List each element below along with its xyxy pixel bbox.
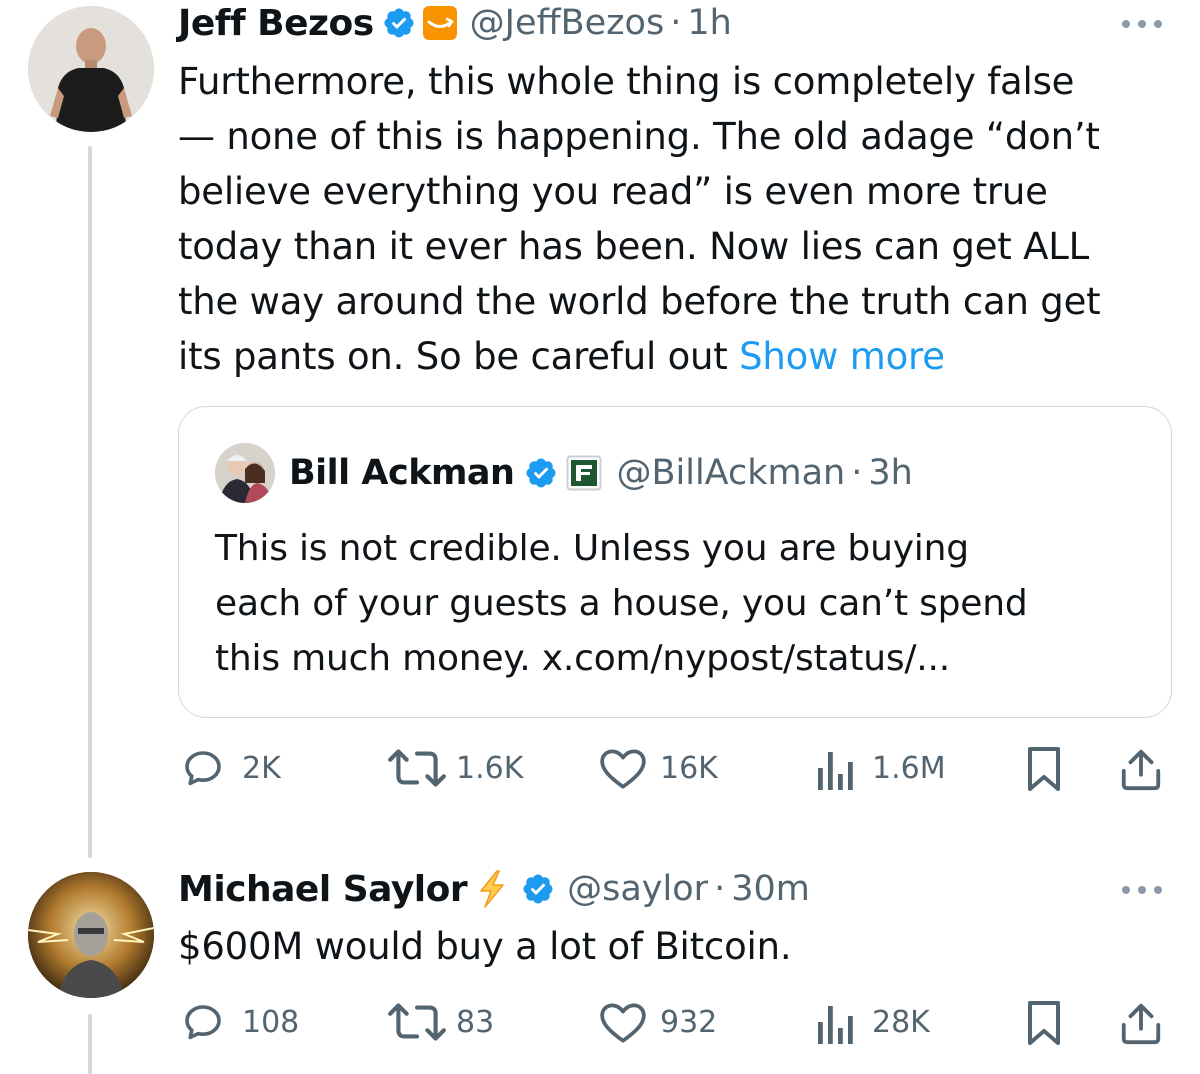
avatar-bill-ackman[interactable] — [215, 443, 275, 503]
pershing-affiliation-icon[interactable] — [566, 455, 602, 491]
reply-icon — [185, 1005, 221, 1040]
tweet-text-last: its pants on. So be careful out — [178, 335, 740, 378]
thread-line — [88, 146, 92, 858]
bookmark-button[interactable] — [1026, 998, 1062, 1048]
tweet-text-line: Furthermore, this whole thing is complet… — [178, 60, 1075, 103]
amazon-affiliation-icon[interactable] — [422, 5, 458, 41]
repost-button[interactable]: 83 — [386, 998, 494, 1046]
quoted-text-line: this much money. x.com/nypost/status/... — [215, 638, 951, 679]
repost-count: 83 — [456, 1004, 495, 1040]
author-name[interactable]: Michael Saylor — [178, 869, 468, 910]
share-button[interactable] — [1118, 744, 1164, 794]
like-count: 16K — [660, 750, 718, 786]
views-button[interactable]: 28K — [816, 998, 930, 1046]
thread-line — [88, 1014, 92, 1074]
tweet-text-line: its pants on. So be careful out Show mor… — [178, 329, 1178, 384]
bookmark-icon — [1028, 747, 1060, 791]
repost-button[interactable]: 1.6K — [386, 744, 523, 792]
like-count: 932 — [660, 1004, 718, 1040]
jeff-bezos-photo — [28, 6, 154, 132]
quoted-tweet-header: Bill Ackman @BillAckman · 3h — [289, 447, 913, 499]
separator-dot: · — [851, 453, 863, 493]
bill-ackman-photo — [215, 443, 275, 503]
repost-count: 1.6K — [456, 750, 524, 786]
author-handle[interactable]: @JeffBezos — [470, 3, 665, 43]
heart-icon — [600, 1003, 646, 1043]
reply-icon — [185, 751, 221, 786]
reply-button[interactable]: 2K — [178, 744, 281, 792]
tweet-header: Jeff Bezos @JeffBezos · 1h — [178, 0, 732, 46]
reply-count: 108 — [242, 1004, 300, 1040]
avatar-jeff-bezos[interactable] — [28, 6, 154, 132]
tweet-text-line: the way around the world before the trut… — [178, 280, 1101, 323]
repost-icon — [388, 1003, 446, 1041]
views-chart-icon — [818, 752, 853, 790]
verified-badge-icon — [524, 456, 558, 490]
lightning-emoji — [475, 869, 509, 909]
separator-dot: · — [714, 869, 726, 909]
views-button[interactable]: 1.6M — [816, 744, 946, 792]
quoted-tweet-text: This is not credible. Unless you are buy… — [215, 521, 1155, 686]
views-chart-icon — [818, 1006, 853, 1044]
heart-icon — [600, 749, 646, 789]
tweet-text-line: today than it ever has been. Now lies ca… — [178, 225, 1090, 268]
more-options-icon[interactable] — [1118, 14, 1166, 34]
avatar-michael-saylor[interactable] — [28, 872, 154, 998]
quoted-tweet-card[interactable]: Bill Ackman @BillAckman · 3h This is not… — [178, 406, 1172, 718]
tweet-text: $600M would buy a lot of Bitcoin. — [178, 925, 792, 968]
like-button[interactable]: 16K — [598, 744, 718, 792]
views-count: 1.6M — [872, 750, 946, 786]
timestamp[interactable]: 1h — [687, 3, 731, 43]
like-button[interactable]: 932 — [598, 998, 717, 1046]
quoted-timestamp[interactable]: 3h — [868, 453, 912, 493]
tweet-header: Michael Saylor @saylor · 30m — [178, 866, 810, 912]
verified-badge-icon — [382, 6, 416, 40]
repost-icon — [388, 749, 446, 787]
share-button[interactable] — [1118, 998, 1164, 1048]
tweet-text-line: believe everything you read” is even mor… — [178, 170, 1048, 213]
reply-button[interactable]: 108 — [178, 998, 299, 1046]
timestamp[interactable]: 30m — [731, 869, 810, 909]
separator-dot: · — [670, 3, 682, 43]
show-more-link[interactable]: Show more — [739, 335, 945, 378]
verified-badge-icon — [521, 872, 555, 906]
views-count: 28K — [872, 1004, 930, 1040]
bookmark-icon — [1028, 1001, 1060, 1045]
bookmark-button[interactable] — [1026, 744, 1062, 794]
quoted-author-name[interactable]: Bill Ackman — [289, 453, 515, 493]
more-options-icon[interactable] — [1118, 880, 1166, 900]
author-name[interactable]: Jeff Bezos — [178, 3, 374, 44]
share-icon — [1121, 749, 1161, 791]
reply-count: 2K — [242, 750, 281, 786]
tweet-text-line: — none of this is happening. The old ada… — [178, 115, 1100, 158]
michael-saylor-photo — [28, 872, 154, 998]
quoted-text-line: each of your guests a house, you can’t s… — [215, 583, 1028, 624]
quoted-text-line: This is not credible. Unless you are buy… — [215, 528, 969, 569]
quoted-author-handle[interactable]: @BillAckman — [616, 453, 845, 493]
author-handle[interactable]: @saylor — [567, 869, 708, 909]
tweet-text: Furthermore, this whole thing is complet… — [178, 54, 1178, 384]
share-icon — [1121, 1003, 1161, 1045]
